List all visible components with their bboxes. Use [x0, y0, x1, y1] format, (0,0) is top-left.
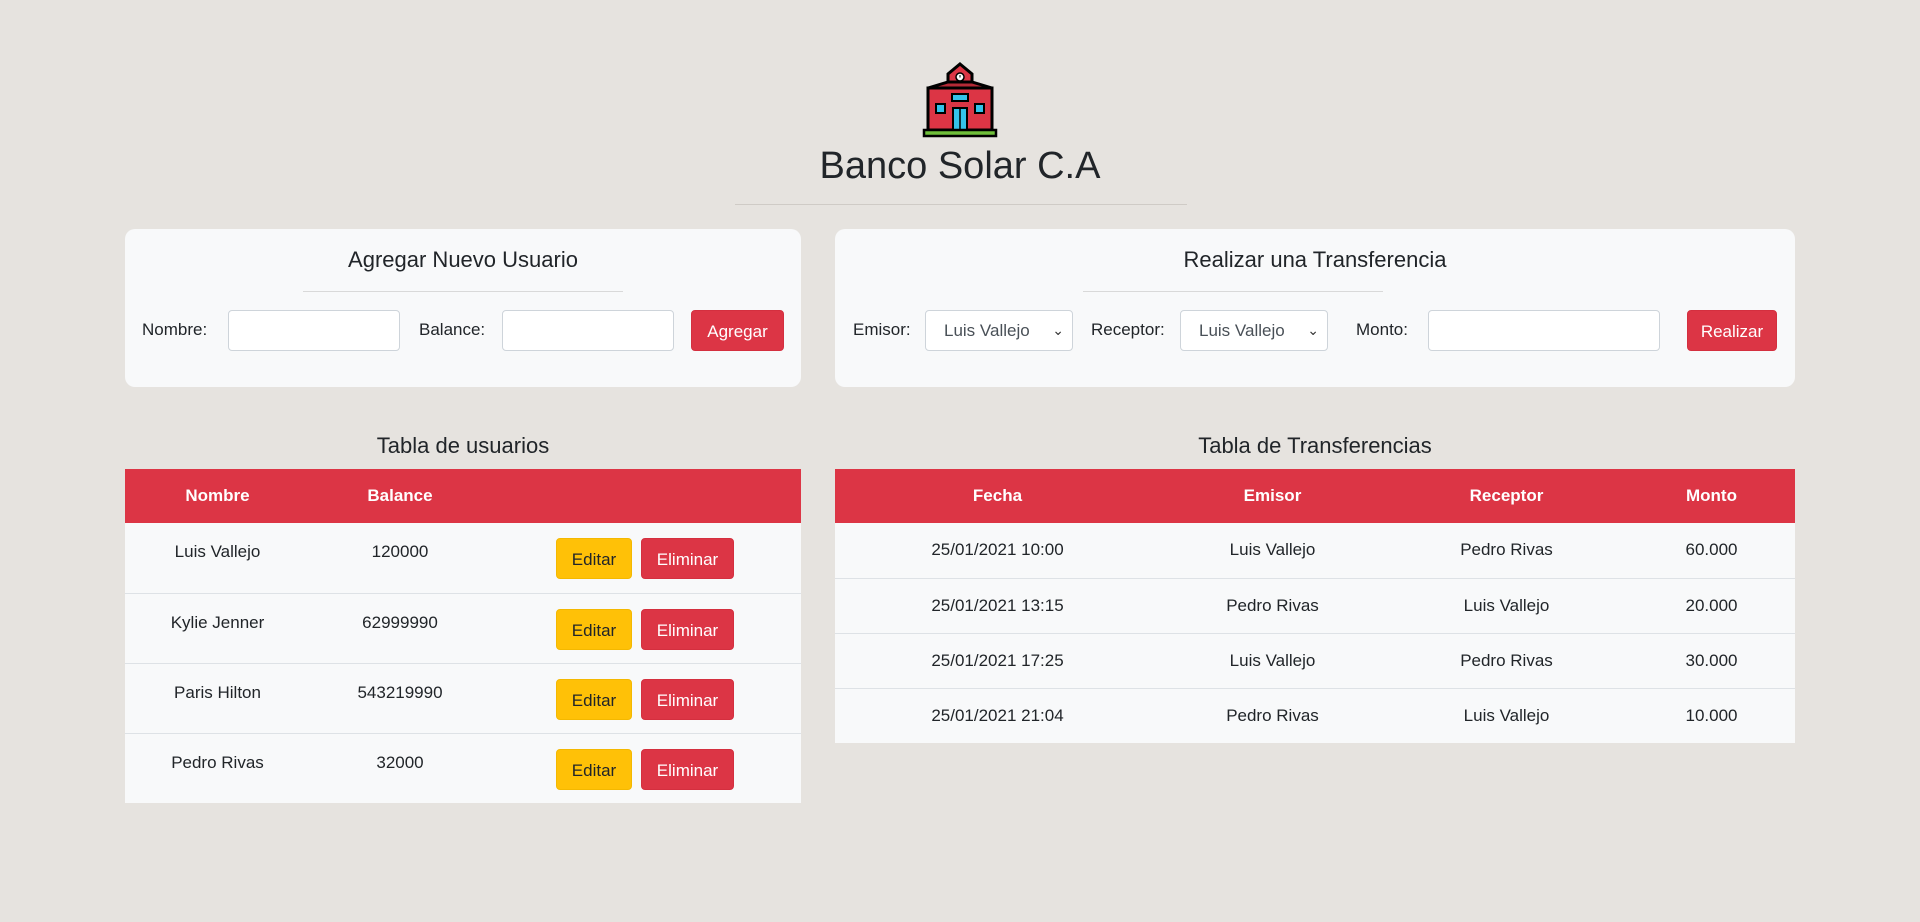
- receiver-label: Receptor:: [1091, 320, 1165, 339]
- transfers-table-header: Fecha Emisor Receptor Monto: [835, 469, 1795, 523]
- transfer-sender: Luis Vallejo: [1229, 540, 1316, 560]
- edit-button[interactable]: Editar: [556, 538, 632, 579]
- add-user-divider: [303, 291, 623, 292]
- name-label: Nombre:: [142, 320, 208, 339]
- transfer-date: 25/01/2021 13:15: [835, 577, 1160, 633]
- add-user-card: Agregar Nuevo Usuario Nombre: Balance: A…: [125, 229, 801, 387]
- transfer-card: Realizar una Transferencia Emisor: Luis …: [835, 229, 1795, 387]
- users-table-title: Tabla de usuarios: [376, 433, 550, 458]
- delete-button[interactable]: Eliminar: [641, 538, 734, 579]
- transfer-receiver: Pedro Rivas: [1385, 632, 1628, 688]
- add-user-title: Agregar Nuevo Usuario: [348, 247, 578, 272]
- transfer-sender: Pedro Rivas: [1160, 687, 1385, 743]
- transfers-table-title: Tabla de Transferencias: [1198, 433, 1432, 458]
- receiver-selected-value: Luis Vallejo: [1199, 321, 1285, 340]
- delete-button[interactable]: Eliminar: [641, 748, 734, 790]
- school-building-icon: [922, 62, 998, 138]
- user-name: Paris Hilton: [125, 662, 310, 733]
- transfer-date: 25/01/2021 10:00: [931, 540, 1064, 560]
- transfer-date: 25/01/2021 17:25: [835, 632, 1160, 688]
- transfers-table: Fecha Emisor Receptor Monto 25/01/2021 1…: [835, 469, 1795, 743]
- transfer-amount: 60.000: [1685, 540, 1738, 560]
- title-divider: [735, 204, 1187, 205]
- column-header-receiver: Receptor: [1469, 486, 1544, 505]
- amount-input[interactable]: [1428, 310, 1660, 351]
- transfer-sender: Luis Vallejo: [1160, 632, 1385, 688]
- transfer-divider: [1083, 291, 1383, 292]
- transfer-sender: Pedro Rivas: [1160, 577, 1385, 633]
- transfer-title: Realizar una Transferencia: [1183, 247, 1447, 272]
- user-balance: 120000: [371, 542, 429, 561]
- user-actions: Editar Eliminar: [490, 662, 801, 733]
- user-name: Luis Vallejo: [174, 542, 261, 561]
- delete-button[interactable]: Eliminar: [641, 608, 734, 650]
- transfer-amount: 30.000: [1628, 632, 1795, 688]
- transfer-receiver: Pedro Rivas: [1460, 540, 1553, 560]
- sender-select[interactable]: Luis Vallejo ⌄: [925, 310, 1073, 351]
- user-actions: Editar Eliminar: [490, 592, 801, 663]
- user-actions: Editar Eliminar: [490, 523, 801, 593]
- users-table-header: Nombre Balance: [125, 469, 801, 523]
- name-input[interactable]: [228, 310, 400, 351]
- transfer-receiver: Luis Vallejo: [1385, 687, 1628, 743]
- sender-label: Emisor:: [853, 320, 911, 339]
- transfer-receiver: Luis Vallejo: [1385, 577, 1628, 633]
- amount-label: Monto:: [1356, 320, 1408, 339]
- add-user-button[interactable]: Agregar: [691, 310, 784, 351]
- delete-button[interactable]: Eliminar: [641, 678, 734, 720]
- transfer-amount: 10.000: [1628, 687, 1795, 743]
- column-header-sender: Emisor: [1243, 486, 1302, 505]
- table-row: 25/01/2021 13:15 Pedro Rivas Luis Vallej…: [835, 577, 1795, 633]
- user-balance: 32000: [310, 732, 490, 803]
- sender-selected-value: Luis Vallejo: [944, 321, 1030, 340]
- column-header-date: Fecha: [972, 486, 1023, 505]
- edit-button[interactable]: Editar: [556, 608, 632, 650]
- table-row: Pedro Rivas 32000 Editar Eliminar: [125, 732, 801, 803]
- column-header-name: Nombre: [185, 486, 250, 505]
- user-actions: Editar Eliminar: [490, 732, 801, 803]
- table-row: Kylie Jenner 62999990 Editar Eliminar: [125, 592, 801, 663]
- balance-input[interactable]: [502, 310, 674, 351]
- transfer-button[interactable]: Realizar: [1687, 310, 1777, 351]
- page-title: Banco Solar C.A: [819, 145, 1101, 187]
- column-header-actions: [490, 469, 801, 523]
- user-balance: 62999990: [310, 592, 490, 663]
- user-balance: 543219990: [310, 662, 490, 733]
- user-name: Pedro Rivas: [125, 732, 310, 803]
- transfer-date: 25/01/2021 21:04: [835, 687, 1160, 743]
- chevron-down-icon: ⌄: [1307, 322, 1319, 338]
- table-row: 25/01/2021 17:25 Luis Vallejo Pedro Riva…: [835, 632, 1795, 688]
- users-table: Nombre Balance Luis Vallejo 120000 Edita…: [125, 469, 801, 803]
- table-row: 25/01/2021 10:00 Luis Vallejo Pedro Riva…: [835, 523, 1795, 578]
- edit-button[interactable]: Editar: [556, 678, 632, 720]
- user-name: Kylie Jenner: [125, 592, 310, 663]
- column-header-amount: Monto: [1686, 486, 1737, 505]
- edit-button[interactable]: Editar: [556, 748, 632, 790]
- table-row: 25/01/2021 21:04 Pedro Rivas Luis Vallej…: [835, 687, 1795, 743]
- table-row: Luis Vallejo 120000 Editar Eliminar: [125, 523, 801, 593]
- transfer-amount: 20.000: [1628, 577, 1795, 633]
- column-header-balance: Balance: [367, 486, 433, 505]
- balance-label: Balance:: [419, 320, 486, 339]
- receiver-select[interactable]: Luis Vallejo ⌄: [1180, 310, 1328, 351]
- table-row: Paris Hilton 543219990 Editar Eliminar: [125, 662, 801, 733]
- chevron-down-icon: ⌄: [1052, 322, 1064, 338]
